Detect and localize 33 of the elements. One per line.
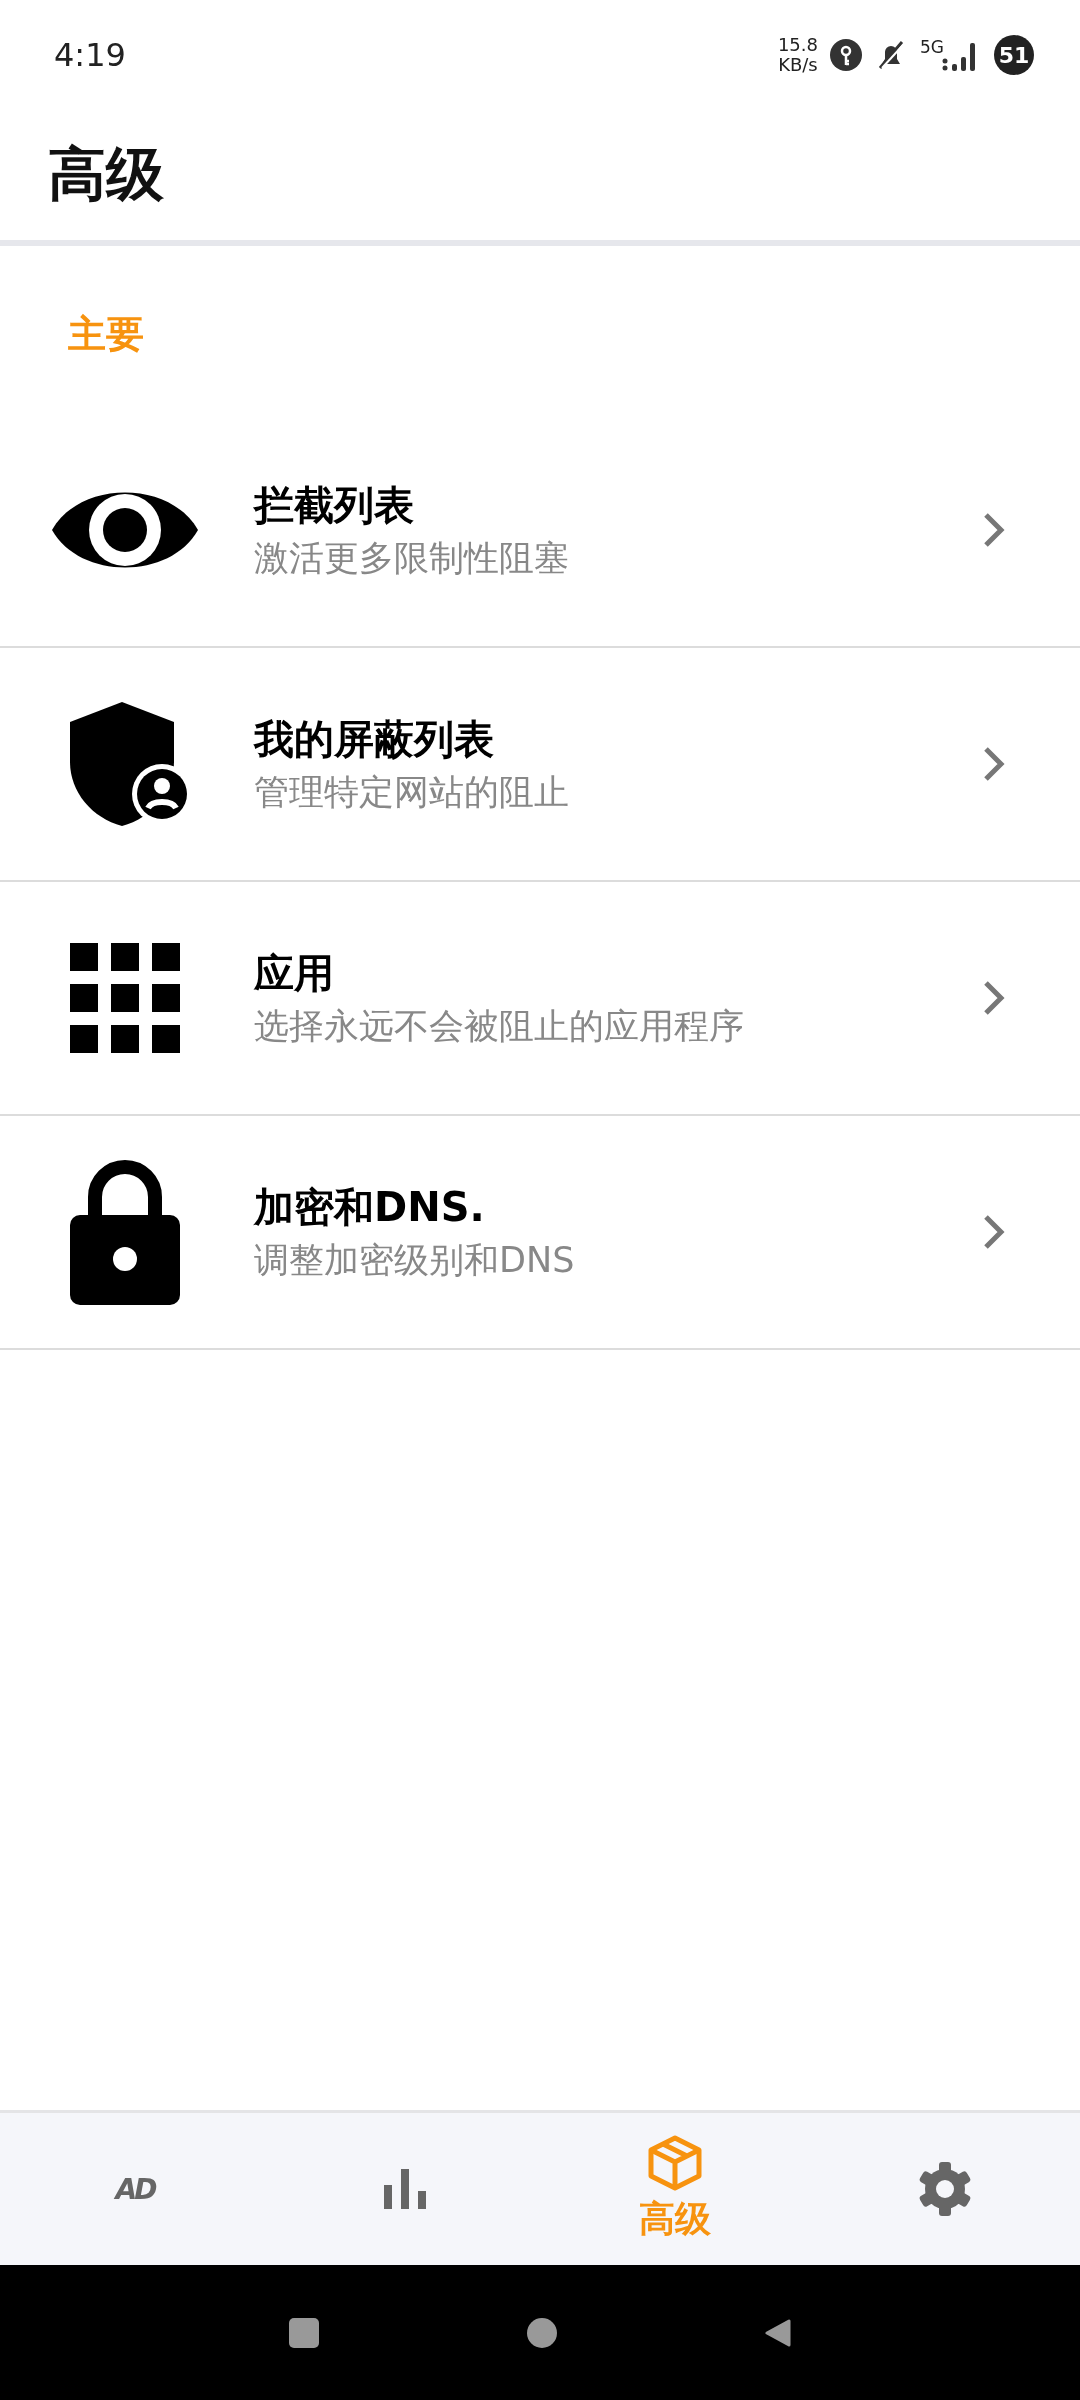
recents-button[interactable] <box>289 2317 319 2348</box>
network-type: 5G <box>920 37 944 57</box>
menu-item[interactable]: 加密和DNS. 调整加密级别和DNS <box>0 1116 1080 1350</box>
chevron-right-icon <box>982 979 1006 1017</box>
item-subtitle: 选择永远不会被阻止的应用程序 <box>254 1005 745 1048</box>
item-subtitle: 调整加密级别和DNS <box>254 1239 576 1282</box>
lock-icon <box>70 1159 180 1305</box>
item-title: 加密和DNS. <box>254 1183 486 1232</box>
item-title: 拦截列表 <box>254 481 415 530</box>
item-title: 我的屏蔽列表 <box>254 715 495 764</box>
menu-item[interactable]: 拦截列表 激活更多限制性阻塞 <box>0 414 1080 648</box>
grid-icon <box>70 943 180 1053</box>
chevron-right-icon <box>982 745 1006 783</box>
battery-indicator: 51 <box>994 35 1034 75</box>
menu-item[interactable]: 我的屏蔽列表 管理特定网站的阻止 <box>0 648 1080 882</box>
network-speed: 15.8 <box>777 35 818 55</box>
page-title: 高级 <box>48 139 164 210</box>
chevron-right-icon <box>982 1213 1006 1251</box>
status-time: 4:19 <box>54 36 126 74</box>
item-title: 应用 <box>254 949 335 998</box>
key-icon <box>830 39 862 71</box>
back-button[interactable] <box>765 2317 791 2348</box>
bar-chart-icon <box>384 2169 426 2209</box>
network-speed-unit: KB/s <box>778 55 818 75</box>
box-icon <box>648 2134 702 2191</box>
menu-item[interactable]: 应用 选择永远不会被阻止的应用程序 <box>0 882 1080 1116</box>
settings-icon <box>918 2162 972 2216</box>
chevron-right-icon <box>982 511 1006 549</box>
section-title: 主要 <box>68 311 144 358</box>
home-button[interactable] <box>527 2317 557 2348</box>
item-subtitle: 管理特定网站的阻止 <box>254 771 570 814</box>
nav-tab[interactable]: AD <box>0 2113 270 2265</box>
item-subtitle: 激活更多限制性阻塞 <box>254 537 570 580</box>
